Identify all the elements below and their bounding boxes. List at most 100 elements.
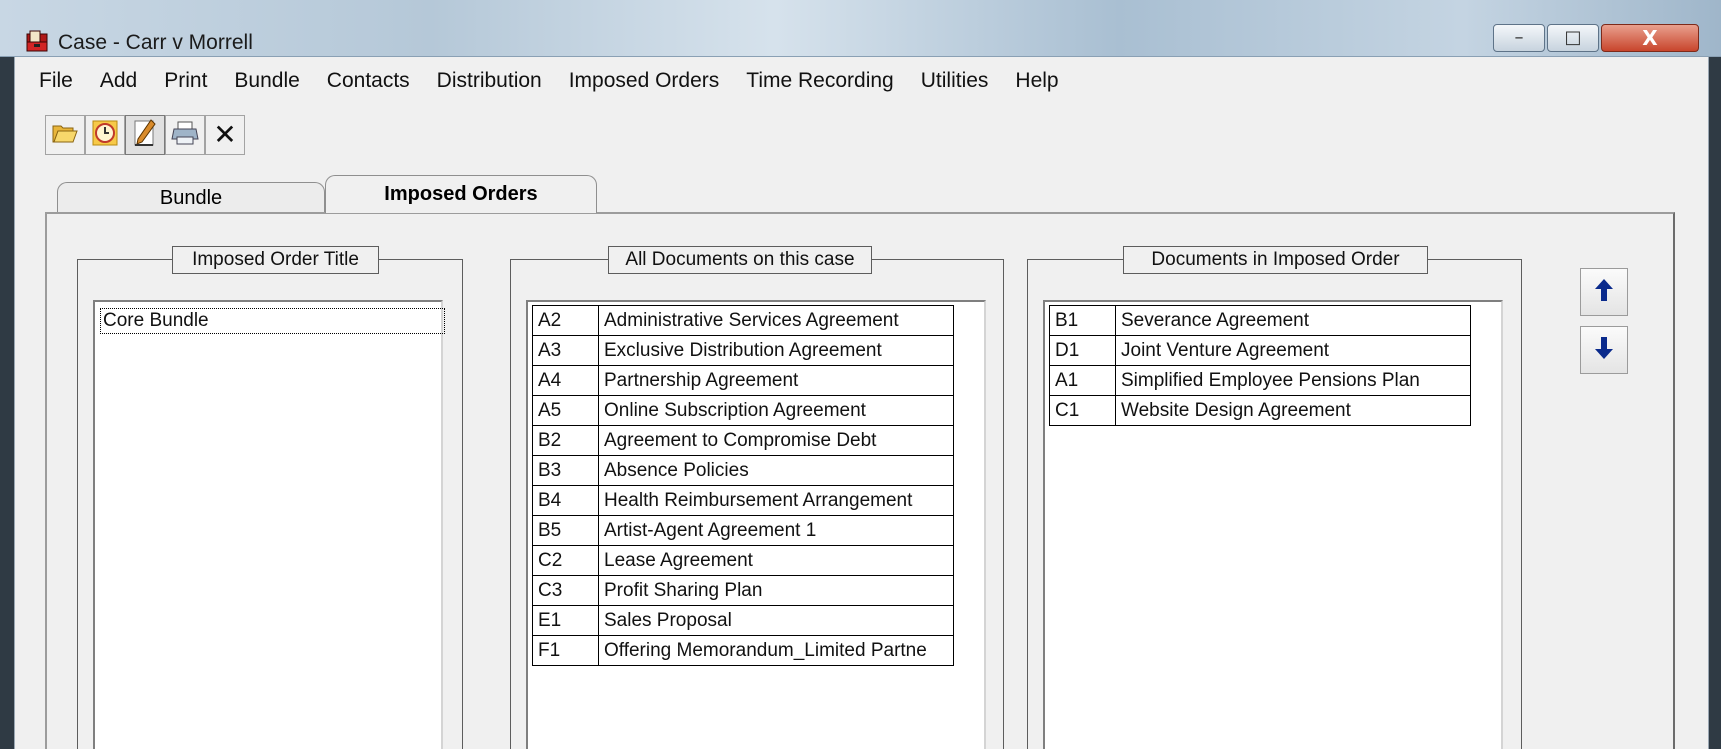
menu-help[interactable]: Help xyxy=(1001,67,1071,97)
toolbar: ✕ xyxy=(45,115,245,155)
document-code: A5 xyxy=(532,395,599,426)
document-code: C2 xyxy=(532,545,599,576)
imposed-order-title-list[interactable]: Core Bundle xyxy=(93,300,445,749)
clock-icon xyxy=(92,120,118,150)
document-code: A1 xyxy=(1049,365,1116,396)
table-row[interactable]: C1 Website Design Agreement xyxy=(1049,395,1471,426)
all-documents-group: All Documents on this case A2 Administrat… xyxy=(510,246,1004,749)
table-row[interactable]: C2 Lease Agreement xyxy=(532,545,954,576)
table-row[interactable]: B2 Agreement to Compromise Debt xyxy=(532,425,954,456)
imposed-documents-group: Documents in Imposed Order B1 Severance A… xyxy=(1027,246,1522,749)
document-name: Exclusive Distribution Agreement xyxy=(598,335,954,366)
document-code: D1 xyxy=(1049,335,1116,366)
all-documents-table: A2 Administrative Services Agreement A3 Exc… xyxy=(532,305,954,666)
close-icon: X xyxy=(1642,26,1658,50)
imposed-documents-heading: Documents in Imposed Order xyxy=(1123,246,1428,274)
table-row[interactable]: A2 Administrative Services Agreement xyxy=(532,305,954,336)
window-controls: – □ X xyxy=(1491,24,1699,54)
print-button[interactable] xyxy=(165,115,205,155)
imposed-orders-panel: Imposed Order Title Core Bundle All Docu… xyxy=(45,212,1675,749)
menu-bar: File Add Print Bundle Contacts Distribut… xyxy=(15,67,1072,97)
imposed-documents-list[interactable]: B1 Severance Agreement D1 Joint Venture Agr… xyxy=(1043,300,1503,749)
table-row[interactable]: B1 Severance Agreement xyxy=(1049,305,1471,336)
document-code: C3 xyxy=(532,575,599,606)
client-area: File Add Print Bundle Contacts Distribut… xyxy=(14,57,1709,749)
edit-pen-icon xyxy=(132,118,158,152)
title-bar[interactable]: Case - Carr v Morrell – □ X xyxy=(0,0,1721,57)
document-code: F1 xyxy=(532,635,599,666)
maximize-icon: □ xyxy=(1564,27,1582,48)
minimize-icon: – xyxy=(1514,27,1524,48)
document-code: B4 xyxy=(532,485,599,516)
table-row[interactable]: B4 Health Reimbursement Arrangement xyxy=(532,485,954,516)
document-code: B3 xyxy=(532,455,599,486)
table-row[interactable]: A4 Partnership Agreement xyxy=(532,365,954,396)
tab-imposed-orders[interactable]: Imposed Orders xyxy=(325,175,597,213)
close-window-button[interactable]: X xyxy=(1601,24,1699,52)
document-name: Offering Memorandum_Limited Partne xyxy=(598,635,954,666)
document-code: E1 xyxy=(532,605,599,636)
menu-utilities[interactable]: Utilities xyxy=(907,67,1002,97)
open-folder-icon xyxy=(52,122,78,148)
document-name: Artist-Agent Agreement 1 xyxy=(598,515,954,546)
list-item[interactable]: Core Bundle xyxy=(100,308,445,334)
imposed-documents-table: B1 Severance Agreement D1 Joint Venture Agr… xyxy=(1049,305,1471,426)
menu-contacts[interactable]: Contacts xyxy=(313,67,423,97)
document-name: Severance Agreement xyxy=(1115,305,1471,336)
minimize-button[interactable]: – xyxy=(1493,24,1545,52)
table-row[interactable]: B3 Absence Policies xyxy=(532,455,954,486)
document-name: Absence Policies xyxy=(598,455,954,486)
document-code: C1 xyxy=(1049,395,1116,426)
document-name: Administrative Services Agreement xyxy=(598,305,954,336)
move-up-button[interactable] xyxy=(1580,268,1628,316)
document-name: Lease Agreement xyxy=(598,545,954,576)
case-app-icon xyxy=(26,30,48,52)
menu-print[interactable]: Print xyxy=(150,67,220,97)
table-row[interactable]: D1 Joint Venture Agreement xyxy=(1049,335,1471,366)
table-row[interactable]: A1 Simplified Employee Pensions Plan xyxy=(1049,365,1471,396)
all-documents-heading: All Documents on this case xyxy=(608,246,872,274)
menu-bundle[interactable]: Bundle xyxy=(220,67,312,97)
document-name: Simplified Employee Pensions Plan xyxy=(1115,365,1471,396)
table-row[interactable]: A3 Exclusive Distribution Agreement xyxy=(532,335,954,366)
document-name: Joint Venture Agreement xyxy=(1115,335,1471,366)
window-title: Case - Carr v Morrell xyxy=(58,31,253,54)
all-documents-list[interactable]: A2 Administrative Services Agreement A3 Exc… xyxy=(526,300,986,749)
document-name: Sales Proposal xyxy=(598,605,954,636)
move-down-button[interactable] xyxy=(1580,326,1628,374)
tab-bundle[interactable]: Bundle xyxy=(57,182,325,212)
open-case-button[interactable] xyxy=(45,115,85,155)
time-recording-button[interactable] xyxy=(85,115,125,155)
document-code: B5 xyxy=(532,515,599,546)
edit-button[interactable] xyxy=(125,115,165,155)
menu-time-recording[interactable]: Time Recording xyxy=(732,67,906,97)
menu-add[interactable]: Add xyxy=(86,67,150,97)
maximize-button[interactable]: □ xyxy=(1547,24,1599,52)
close-case-button[interactable]: ✕ xyxy=(205,115,245,155)
document-code: B2 xyxy=(532,425,599,456)
document-name: Agreement to Compromise Debt xyxy=(598,425,954,456)
table-row[interactable]: E1 Sales Proposal xyxy=(532,605,954,636)
menu-file[interactable]: File xyxy=(15,67,86,97)
document-code: A2 xyxy=(532,305,599,336)
table-row[interactable]: C3 Profit Sharing Plan xyxy=(532,575,954,606)
imposed-order-title-heading: Imposed Order Title xyxy=(172,246,379,274)
menu-distribution[interactable]: Distribution xyxy=(423,67,555,97)
document-name: Profit Sharing Plan xyxy=(598,575,954,606)
application-window: Case - Carr v Morrell – □ X File Add Pri… xyxy=(0,0,1721,749)
close-x-icon: ✕ xyxy=(213,118,237,151)
move-up-arrow-icon xyxy=(1594,278,1614,306)
imposed-order-title-group: Imposed Order Title Core Bundle xyxy=(77,246,463,749)
menu-imposed-orders[interactable]: Imposed Orders xyxy=(555,67,733,97)
document-name: Online Subscription Agreement xyxy=(598,395,954,426)
document-code: A3 xyxy=(532,335,599,366)
table-row[interactable]: F1 Offering Memorandum_Limited Partne xyxy=(532,635,954,666)
table-row[interactable]: A5 Online Subscription Agreement xyxy=(532,395,954,426)
printer-icon xyxy=(171,120,199,150)
document-name: Partnership Agreement xyxy=(598,365,954,396)
document-name: Health Reimbursement Arrangement xyxy=(598,485,954,516)
document-name: Website Design Agreement xyxy=(1115,395,1471,426)
document-code: B1 xyxy=(1049,305,1116,336)
document-code: A4 xyxy=(532,365,599,396)
table-row[interactable]: B5 Artist-Agent Agreement 1 xyxy=(532,515,954,546)
